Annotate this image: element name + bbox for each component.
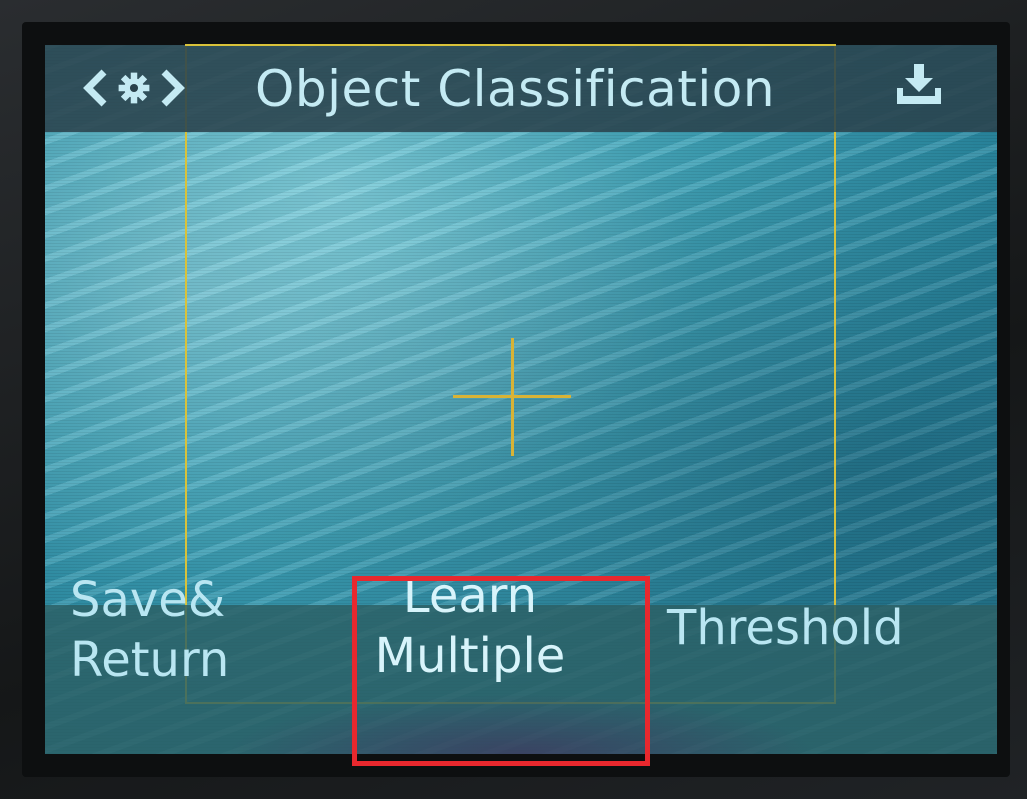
page-title: Object Classification <box>255 60 776 118</box>
learning-frame-top <box>185 44 836 46</box>
top-bar: Object Classification <box>45 45 997 132</box>
save-return-line1: Save& <box>70 572 226 628</box>
chevron-right-icon[interactable] <box>155 64 189 112</box>
save-return-button[interactable]: Save& Return <box>70 570 229 690</box>
threshold-label: Threshold <box>667 600 904 656</box>
threshold-button[interactable]: Threshold <box>667 598 904 658</box>
function-switcher <box>79 63 189 113</box>
chevron-left-icon[interactable] <box>79 64 113 112</box>
selection-highlight <box>352 576 650 766</box>
save-return-line2: Return <box>70 632 230 688</box>
download-icon[interactable] <box>889 59 949 111</box>
gear-icon[interactable] <box>117 64 151 112</box>
